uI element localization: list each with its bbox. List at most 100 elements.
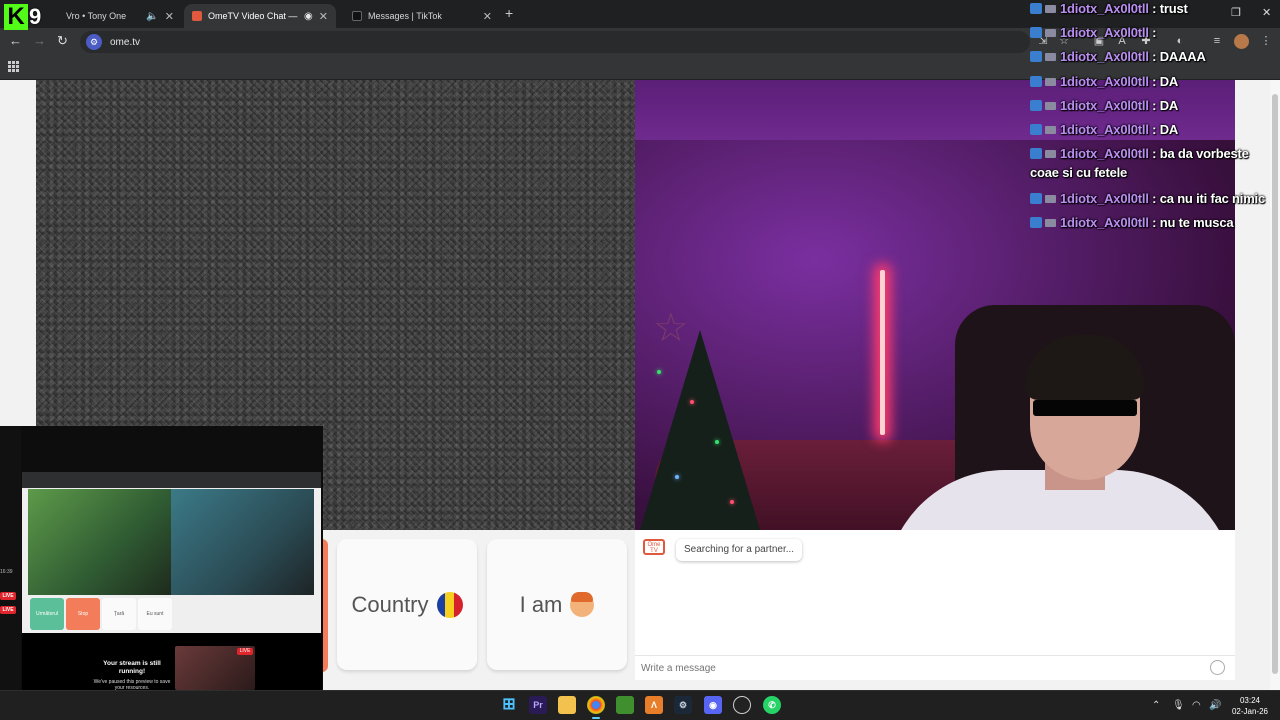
tree-star-icon: ☆ [653,306,689,350]
stream-preview-overlay: 16:39 LIVE LIVE Următorul Stop Țară Eu s… [0,426,323,691]
chat-username: 1diotx_Ax0l0tll [1060,74,1149,89]
profile-avatar[interactable] [1234,34,1249,49]
discord-icon[interactable]: ◉ [704,696,722,714]
badge-icon [1045,102,1056,110]
preview-paused-panel: Your stream is still running! We've paus… [22,633,322,691]
close-window-icon[interactable]: ✕ [1262,6,1271,19]
preview-iam-button: Eu sunt [138,598,172,630]
back-icon[interactable]: ← [9,33,22,48]
badge-icon [1045,150,1056,158]
address-bar[interactable]: ⚙ ome.tv [80,31,1030,53]
speaker-icon[interactable]: 🔈 [146,11,158,22]
file-explorer-icon[interactable] [558,696,576,714]
i-am-label: I am [519,591,563,617]
chat-text: nu te musca [1159,215,1234,230]
emoji-icon[interactable] [1210,660,1225,675]
recording-icon: ◉ [304,10,313,22]
tray-overflow-icon[interactable]: ⌃ [1152,700,1160,711]
badge-icon [1045,53,1056,61]
chat-message: 1diotx_Ax0l0tll : DAAAA [1030,49,1206,64]
tree-light [730,500,734,504]
minecraft-icon[interactable] [616,696,634,714]
chat-message: 1diotx_Ax0l0tll : DA [1030,74,1178,89]
chat-separator: : [1148,25,1157,40]
steam-icon[interactable]: ⚙ [674,696,692,714]
badge-icon [1045,126,1056,134]
tab-title: OmeTV Video Chat — Ome [208,11,298,21]
preview-video-right [171,489,314,595]
boy-avatar-icon [570,591,595,617]
forward-icon[interactable]: → [33,33,46,48]
close-tab-icon[interactable]: ✕ [165,10,174,23]
chat-message: 1diotx_Ax0l0tll : trust [1030,1,1188,16]
tab-tiktok[interactable]: Messages | TikTok ✕ [344,4,500,28]
extension-avatar-icon[interactable]: ◐ [1174,35,1186,47]
country-label: Country [351,591,429,617]
whatsapp-icon[interactable]: ✆ [763,696,781,714]
preview-stop-button: Stop [66,598,100,630]
preview-next-button: Următorul [30,598,64,630]
ometv-logo-icon: Ome TV [643,539,665,555]
preview-live-badge: LIVE [237,648,253,655]
k9-overlay-logo: K 9 [4,4,41,30]
active-indicator [592,717,600,719]
platform-icon [1030,193,1042,204]
christmas-tree [640,330,760,530]
apps-grid-icon[interactable] [8,61,19,72]
country-button[interactable]: Country [337,539,477,670]
taskbar-clock[interactable]: 03:24 02-Jan-26 [1226,695,1274,717]
k9-logo-9: 9 [29,4,42,29]
i-am-button[interactable]: I am [487,539,627,670]
chat-text: DAAAA [1159,49,1206,64]
led-light-strip [880,270,885,435]
chat-username: 1diotx_Ax0l0tll [1060,1,1149,16]
live-badge: LIVE [0,592,16,600]
windows-start-icon[interactable]: ⊞ [500,696,518,714]
close-tab-icon[interactable]: ✕ [319,10,328,23]
platform-icon [1030,51,1042,62]
live-badge: LIVE [0,606,16,614]
chat-text: trust [1159,1,1188,16]
premiere-icon[interactable]: Pr [529,696,547,714]
maximize-icon[interactable]: ❐ [1231,6,1241,19]
message-input[interactable] [641,660,1201,676]
badge-icon [1045,195,1056,203]
chat-username: 1diotx_Ax0l0tll [1060,215,1149,230]
preview-browser-bar [22,472,321,488]
close-tab-icon[interactable]: ✕ [483,10,492,23]
platform-icon [1030,124,1042,135]
clock-time: 03:24 [1239,696,1261,705]
reload-icon[interactable]: ↻ [57,33,68,49]
preview-sidebar: 16:39 LIVE LIVE [0,426,21,690]
site-info-icon[interactable]: ⚙ [86,34,102,50]
media-controls-icon[interactable]: ≡ [1211,35,1223,47]
message-bar [635,655,1235,680]
tree-light [690,400,694,404]
badge-icon [1045,78,1056,86]
clock-date: 02-Jan-26 [1231,707,1269,716]
status-message: Searching for a partner... [676,539,803,561]
chat-panel: Ome TV Searching for a partner... [635,530,1235,680]
new-tab-button[interactable]: + [505,5,513,21]
chat-message: 1diotx_Ax0l0tll : DA [1030,122,1178,137]
chat-separator: : [1148,146,1160,161]
chat-separator: : [1148,49,1160,64]
tab-ometv[interactable]: OmeTV Video Chat — Ome ◉ ✕ [184,4,336,28]
wifi-icon[interactable]: ◠ [1192,700,1201,711]
tree-light [715,440,719,444]
chat-message: 1diotx_Ax0l0tll : DA [1030,98,1178,113]
k9-logo-k: K [4,4,28,30]
platform-icon [1030,148,1042,159]
chrome-icon[interactable] [587,696,605,714]
microphone-icon[interactable]: 🎙 [1172,700,1185,711]
menu-kebab-icon[interactable]: ⋮ [1260,35,1272,47]
tree-light [657,370,661,374]
obs-icon[interactable] [733,696,751,714]
chat-message: 1diotx_Ax0l0tll : [1030,25,1157,40]
url-text: ome.tv [110,36,141,48]
volume-icon[interactable]: 🔊 [1209,700,1221,711]
chat-username: 1diotx_Ax0l0tll [1060,25,1149,40]
chat-text: DA [1159,98,1179,113]
ometv-favicon-icon [192,11,202,21]
app-a-icon[interactable]: Λ [645,696,663,714]
